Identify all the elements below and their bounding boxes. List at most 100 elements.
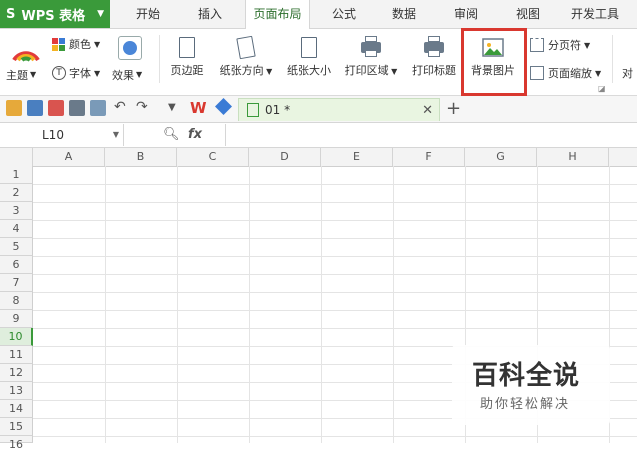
wps-logo-icon: S bbox=[6, 6, 16, 22]
document-icon bbox=[247, 103, 259, 117]
row-header[interactable]: 12 bbox=[0, 364, 33, 382]
margins-icon bbox=[175, 36, 199, 60]
column-header[interactable]: B bbox=[105, 148, 177, 166]
align-button[interactable]: 对 bbox=[622, 65, 633, 81]
document-tab[interactable]: 01 * ✕ bbox=[238, 98, 440, 121]
column-header[interactable]: A bbox=[33, 148, 105, 166]
effects-icon[interactable] bbox=[118, 36, 142, 60]
watermark: 百科全说 助你轻松解决 bbox=[452, 345, 610, 425]
orientation-icon bbox=[234, 35, 258, 60]
tab-page-layout[interactable]: 页面布局 bbox=[245, 0, 310, 29]
column-header[interactable]: D bbox=[249, 148, 321, 166]
row-header[interactable]: 5 bbox=[0, 238, 33, 256]
row-header[interactable]: 11 bbox=[0, 346, 33, 364]
grid-line bbox=[33, 436, 637, 437]
column-header[interactable]: C bbox=[177, 148, 249, 166]
watermark-title: 百科全说 bbox=[472, 361, 581, 391]
app-title: WPS 表格 bbox=[21, 8, 86, 24]
open-folder-icon[interactable] bbox=[6, 100, 22, 116]
column-header[interactable]: G bbox=[465, 148, 537, 166]
select-all-corner[interactable] bbox=[0, 148, 33, 166]
fx-icon[interactable]: fx bbox=[188, 124, 202, 146]
formula-input[interactable] bbox=[225, 124, 637, 146]
row-header[interactable]: 4 bbox=[0, 220, 33, 238]
save-icon[interactable] bbox=[27, 100, 43, 116]
row-header[interactable]: 13 bbox=[0, 382, 33, 400]
watermark-subtitle: 助你轻松解决 bbox=[480, 397, 571, 412]
theme-button[interactable]: 主题 ▼ bbox=[6, 65, 36, 83]
row-header[interactable]: 1 bbox=[0, 166, 33, 184]
theme-icon[interactable] bbox=[12, 36, 40, 62]
grid-line bbox=[33, 256, 637, 257]
tab-formulas[interactable]: 公式 bbox=[322, 0, 366, 28]
grid-line bbox=[33, 274, 637, 275]
search-icon[interactable]: 🔍︎ bbox=[163, 127, 180, 142]
tab-review[interactable]: 审阅 bbox=[444, 0, 488, 28]
tab-developer[interactable]: 开发工具 bbox=[562, 0, 628, 28]
page-break-button[interactable]: 分页符 ▼ bbox=[530, 37, 590, 53]
orientation-button[interactable]: 纸张方向 ▼ bbox=[214, 35, 278, 78]
row-header[interactable]: 15 bbox=[0, 418, 33, 436]
highlight-box bbox=[461, 28, 527, 96]
row-header[interactable]: 7 bbox=[0, 274, 33, 292]
row-header[interactable]: 16 bbox=[0, 436, 33, 451]
wps-w-icon[interactable]: W bbox=[190, 99, 207, 117]
tab-view[interactable]: 视图 bbox=[506, 0, 550, 28]
ribbon-separator bbox=[612, 35, 613, 83]
print-titles-button[interactable]: 打印标题 bbox=[408, 36, 460, 78]
app-menu-button[interactable]: S WPS 表格 ▼ bbox=[0, 0, 110, 28]
color-button[interactable]: 颜色 ▼ bbox=[52, 36, 100, 52]
page-zoom-icon bbox=[530, 66, 544, 80]
column-header[interactable]: E bbox=[321, 148, 393, 166]
undo-icon[interactable]: ↶ bbox=[114, 99, 126, 115]
document-tab-label: 01 * bbox=[265, 103, 291, 117]
margins-button[interactable]: 页边距 bbox=[166, 36, 208, 78]
grid-line bbox=[321, 166, 322, 443]
column-header[interactable]: F bbox=[393, 148, 465, 166]
chevron-down-icon[interactable]: ▼ bbox=[113, 124, 119, 146]
page-zoom-button[interactable]: 页面缩放 ▼ bbox=[530, 65, 601, 81]
row-header[interactable]: 8 bbox=[0, 292, 33, 310]
print-area-button[interactable]: 打印区域 ▼ bbox=[340, 36, 402, 78]
tab-home[interactable]: 开始 bbox=[126, 0, 170, 28]
grid-line bbox=[177, 166, 178, 443]
dialog-launcher-icon[interactable]: ◪ bbox=[598, 84, 606, 93]
column-header[interactable]: H bbox=[537, 148, 609, 166]
close-icon[interactable]: ✕ bbox=[422, 103, 433, 118]
print-preview-icon[interactable] bbox=[90, 100, 106, 116]
grid-line bbox=[33, 220, 637, 221]
grid-line bbox=[33, 328, 637, 329]
row-header[interactable]: 2 bbox=[0, 184, 33, 202]
paper-size-icon bbox=[297, 36, 321, 60]
page-break-icon bbox=[530, 38, 544, 52]
grid-line bbox=[33, 184, 637, 185]
grid-line bbox=[105, 166, 106, 443]
paper-size-button[interactable]: 纸张大小 bbox=[283, 36, 335, 78]
tab-data[interactable]: 数据 bbox=[382, 0, 426, 28]
ribbon-separator bbox=[159, 35, 160, 83]
export-pdf-icon[interactable] bbox=[48, 100, 64, 116]
name-box[interactable]: L10 ▼ bbox=[0, 124, 124, 146]
grid-line bbox=[33, 292, 637, 293]
column-header[interactable] bbox=[609, 148, 637, 166]
chevron-down-icon: ▼ bbox=[97, 9, 104, 19]
font-button[interactable]: T 字体 ▼ bbox=[52, 65, 100, 81]
new-tab-plus-icon[interactable]: + bbox=[446, 98, 461, 119]
palette-icon bbox=[52, 37, 65, 51]
grid-line bbox=[249, 166, 250, 443]
redo-icon[interactable]: ↷ bbox=[136, 99, 148, 115]
row-header[interactable]: 3 bbox=[0, 202, 33, 220]
effects-button[interactable]: 效果 ▼ bbox=[112, 65, 142, 83]
customize-dropdown-icon[interactable]: ▼ bbox=[168, 102, 176, 113]
font-icon: T bbox=[52, 66, 66, 80]
tab-insert[interactable]: 插入 bbox=[188, 0, 232, 28]
row-header-active[interactable]: 10 bbox=[0, 328, 33, 346]
printer-icon bbox=[422, 36, 446, 60]
grid-line bbox=[33, 238, 637, 239]
print-icon[interactable] bbox=[69, 100, 85, 116]
grid-line bbox=[393, 166, 394, 443]
printer-icon bbox=[359, 36, 383, 60]
row-header[interactable]: 6 bbox=[0, 256, 33, 274]
row-header[interactable]: 9 bbox=[0, 310, 33, 328]
row-header[interactable]: 14 bbox=[0, 400, 33, 418]
